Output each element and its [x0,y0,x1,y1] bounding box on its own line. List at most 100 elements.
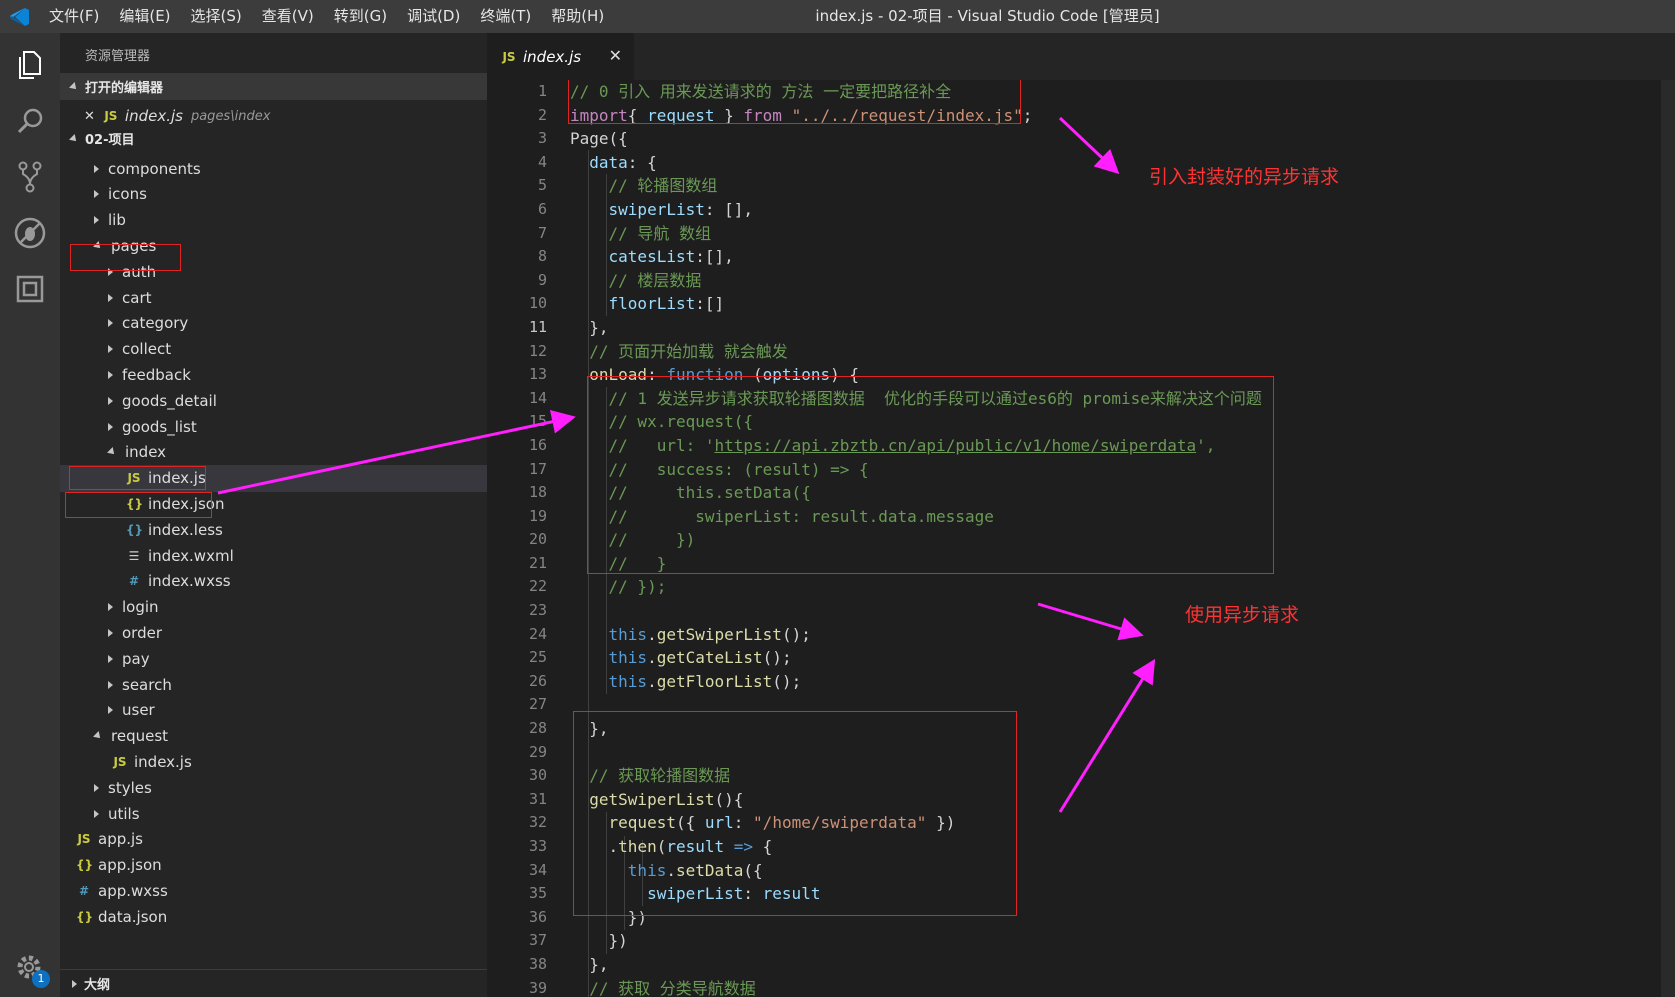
tree-item-goods-list[interactable]: goods_list [60,413,487,440]
open-editors-header[interactable]: 打开的编辑器 [60,73,487,100]
tree-item-index-wxml[interactable]: ☰ index.wxml [60,542,487,569]
tree-item-icons[interactable]: icons [60,181,487,208]
open-editor-name: index.js [124,107,183,125]
tree-item-login[interactable]: login [60,594,487,621]
code-token: :[], [695,247,734,267]
debug-icon[interactable] [10,213,50,253]
chevron-down-icon [69,133,79,144]
markup-file-icon: ☰ [128,548,140,563]
get-swiper-list-highlight-box [573,711,1017,916]
tree-item-label: styles [108,778,152,797]
chevron-right-icon [108,706,113,715]
project-folder-header[interactable]: 02-项目 [60,125,487,152]
code-line: // 获取 分类导航数据 [570,977,1670,997]
line-number: 18 [528,483,547,502]
line-number: 3 [537,129,547,148]
tree-item-order[interactable]: order [60,619,487,646]
line-number-gutter: 1 2 3 4 5 6 7 8 9 10 11 12 13 14 15 16 17 18 19 20 21 22 23 24 2… [487,80,567,997]
tree-item-label: components [108,159,201,178]
chevron-right-icon [108,603,113,612]
line-number: 10 [528,294,547,313]
code-editor[interactable]: 1 2 3 4 5 6 7 8 9 10 11 12 13 14 15 16 17 18 19 20 21 22 23 24 2… [487,80,1675,997]
code-token: (); [772,671,802,691]
tab-index-js[interactable]: JS index.js ✕ [487,33,634,80]
stylesheet-file-icon: # [78,883,90,898]
tree-item-index-wxss[interactable]: # index.wxss [60,568,487,595]
json-file-icon: {} [76,858,94,873]
tree-item-app-wxss[interactable]: # app.wxss [60,877,487,904]
line-number: 1 [537,82,547,100]
code-token: // }); [608,577,667,597]
tree-item-label: order [122,623,162,642]
chevron-right-icon [108,628,113,637]
line-number: 2 [537,105,547,124]
line-number: 32 [528,813,547,832]
line-number: 37 [528,931,547,950]
code-token: . [647,671,657,691]
code-line: this.getCateList(); [570,646,1670,670]
notification-badge: 1 [32,970,50,988]
tree-item-pay[interactable]: pay [60,645,487,672]
code-line: this.getSwiperList(); [570,623,1670,647]
tree-item-data-json[interactable]: {} data.json [60,903,487,930]
outline-section-header[interactable]: 大纲 [60,969,487,997]
line-number: 24 [528,624,547,643]
close-icon[interactable]: ✕ [84,109,95,124]
tree-item-label: utils [108,804,140,823]
tree-item-label: lib [108,211,126,230]
line-number: 30 [528,766,547,785]
tree-item-label: icons [108,185,147,204]
code-token: . [647,648,657,668]
tree-item-components[interactable]: components [60,155,487,182]
explorer-icon[interactable] [10,45,50,85]
tree-item-goods-detail[interactable]: goods_detail [60,387,487,414]
chevron-down-icon [69,81,79,92]
tree-item-category[interactable]: category [60,310,487,337]
code-token: (); [762,648,792,668]
code-token: floorList [608,294,696,314]
tree-item-index-js[interactable]: JS index.js [60,748,487,775]
tree-item-cart[interactable]: cart [60,284,487,311]
extensions-icon[interactable] [10,269,50,309]
tree-item-feedback[interactable]: feedback [60,361,487,388]
tree-item-index-less[interactable]: {} index.less [60,516,487,543]
code-token: : [], [704,199,754,219]
tab-label: index.js [523,47,582,66]
settings-gear-icon[interactable]: 1 [10,948,50,988]
line-number: 25 [528,648,547,667]
chevron-right-icon [94,216,99,225]
tree-item-label: collect [122,340,172,359]
source-control-icon[interactable] [10,157,50,197]
tree-item-label: index.wxml [148,546,234,565]
tree-item-utils[interactable]: utils [60,800,487,827]
javascript-file-icon: JS [104,109,118,123]
search-icon[interactable] [10,101,50,141]
code-token: swiperList [608,199,705,219]
tree-item-request[interactable]: request [60,723,487,750]
tree-item-app-json[interactable]: {} app.json [60,852,487,879]
tree-item-label: user [122,701,155,720]
line-number: 6 [537,199,547,218]
tree-item-search[interactable]: search [60,671,487,698]
tree-item-lib[interactable]: lib [60,207,487,234]
tree-item-app-js[interactable]: JS app.js [60,826,487,853]
tree-item-styles[interactable]: styles [60,774,487,801]
tab-close-icon[interactable]: ✕ [609,46,622,65]
tree-item-collect[interactable]: collect [60,336,487,363]
tree-item-user[interactable]: user [60,697,487,724]
line-number: 39 [528,978,547,997]
code-line: floorList:[] [570,292,1670,316]
tree-item-index[interactable]: index [60,439,487,466]
code-token: (); [781,624,811,644]
editor-scrollbar[interactable] [1661,80,1675,997]
line-number: 35 [528,884,547,903]
tree-item-label: search [122,675,172,694]
